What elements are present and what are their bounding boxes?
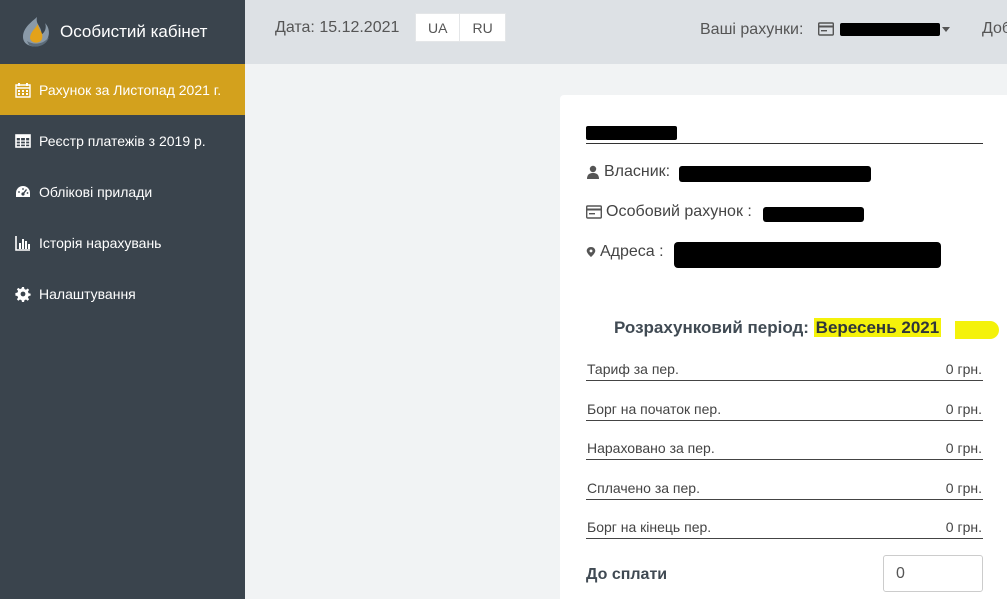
account-title-redacted	[586, 126, 677, 140]
fin-row-debt-start: Борг на початок пер. 0 грн.	[586, 395, 983, 421]
fin-row-value: 0 грн.	[945, 519, 982, 535]
table-icon	[15, 133, 31, 149]
fin-row-label: Нараховано за пер.	[587, 440, 715, 456]
current-date: Дата: 15.12.2021	[275, 19, 400, 36]
personal-account-row: Особовий рахунок :	[586, 203, 752, 221]
fin-row-label: Тариф за пер.	[587, 361, 679, 377]
sidebar-item-history[interactable]: Історія нарахувань	[0, 217, 245, 268]
sidebar-item-settings[interactable]: Налаштування	[0, 268, 245, 319]
credit-card-icon[interactable]	[818, 22, 834, 36]
map-marker-icon	[586, 247, 596, 257]
amount-due-input[interactable]	[883, 555, 983, 592]
personal-account-label: Особовий рахунок :	[606, 203, 752, 220]
owner-value-redacted	[679, 166, 871, 182]
calendar-icon	[15, 82, 31, 98]
bar-chart-icon	[15, 235, 31, 251]
billing-period-value: Вересень 2021	[813, 318, 942, 337]
welcome-text: Доб	[982, 20, 1007, 37]
account-card-icon	[586, 205, 602, 219]
sidebar-item-label: Облікові прилади	[39, 183, 153, 200]
fin-row-debt-end: Борг на кінець пер. 0 грн.	[586, 513, 983, 539]
fin-row-value: 0 грн.	[945, 440, 982, 456]
gear-icon	[15, 286, 31, 302]
sidebar-item-label: Рахунок за Листопад 2021 г.	[39, 81, 222, 98]
sidebar-item-payments-register[interactable]: Реєстр платежів з 2019 р.	[0, 115, 245, 166]
highlight-mark	[955, 321, 999, 339]
gauge-icon	[15, 184, 31, 200]
user-icon	[587, 165, 599, 179]
account-selector-redacted[interactable]	[840, 23, 940, 36]
sidebar-item-label: Реєстр платежів з 2019 р.	[39, 132, 206, 149]
fin-row-label: Сплачено за пер.	[587, 480, 700, 496]
fin-row-tariff: Тариф за пер. 0 грн.	[586, 355, 983, 381]
title-divider	[586, 143, 983, 144]
brand[interactable]: Особистий кабінет	[0, 0, 245, 63]
fin-row-value: 0 грн.	[945, 401, 982, 417]
billing-period-label: Розрахунковий період:	[614, 318, 809, 337]
fin-row-paid: Сплачено за пер. 0 грн.	[586, 474, 983, 500]
address-label: Адреса :	[600, 243, 664, 260]
fin-row-value: 0 грн.	[945, 361, 982, 377]
brand-name: Особистий кабінет	[60, 21, 208, 41]
sidebar-nav: Рахунок за Листопад 2021 г. Реєстр плате…	[0, 64, 245, 319]
accounts-label: Ваші рахунки:	[700, 21, 804, 38]
fin-row-charged: Нараховано за пер. 0 грн.	[586, 434, 983, 460]
sidebar-item-label: Налаштування	[39, 285, 136, 302]
billing-period: Розрахунковий період: Вересень 2021	[614, 318, 942, 338]
sidebar-item-label: Історія нарахувань	[39, 234, 162, 251]
account-card: Власник: Особовий рахунок : Адреса : Роз…	[560, 95, 1007, 599]
chevron-down-icon[interactable]	[942, 27, 950, 32]
owner-row: Власник:	[586, 163, 670, 181]
owner-label: Власник:	[604, 163, 671, 180]
lang-ua-button[interactable]: UA	[415, 13, 461, 42]
address-row: Адреса :	[586, 243, 664, 261]
sidebar: Особистий кабінет Рахунок за Листопад 20…	[0, 0, 245, 599]
fin-row-label: Борг на початок пер.	[587, 401, 722, 417]
topbar: Дата: 15.12.2021 UA RU Ваші рахунки: Доб	[245, 0, 1007, 64]
fin-row-label: Борг на кінець пер.	[587, 519, 712, 535]
sidebar-item-meters[interactable]: Облікові прилади	[0, 166, 245, 217]
amount-due-label: До сплати	[586, 566, 668, 583]
sidebar-item-bill[interactable]: Рахунок за Листопад 2021 г.	[0, 64, 245, 115]
personal-account-value-redacted	[763, 207, 864, 222]
language-switcher: UA RU	[415, 13, 506, 42]
fin-row-value: 0 грн.	[945, 480, 982, 496]
flame-logo-icon	[23, 16, 49, 47]
address-value-redacted	[674, 242, 941, 268]
lang-ru-button[interactable]: RU	[460, 13, 506, 42]
